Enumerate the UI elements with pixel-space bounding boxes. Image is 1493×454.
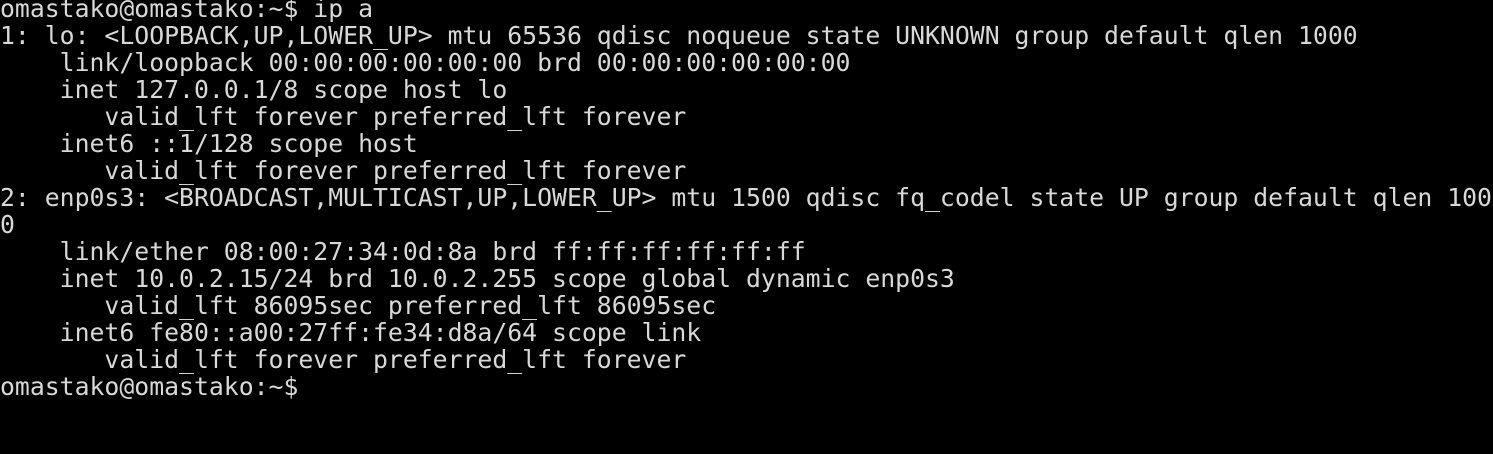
output-line-enp0s3-link: link/ether 08:00:27:34:0d:8a brd ff:ff:f… xyxy=(0,237,806,266)
output-line-lo-inet-lft: valid_lft forever preferred_lft forever xyxy=(0,102,687,131)
output-line-enp0s3-inet6-lft: valid_lft forever preferred_lft forever xyxy=(0,345,687,374)
output-line-lo-link: link/loopback 00:00:00:00:00:00 brd 00:0… xyxy=(0,48,851,77)
shell-prompt[interactable]: omastako@omastako:~$ xyxy=(0,372,1493,402)
output-line-lo-inet6-lft: valid_lft forever preferred_lft forever xyxy=(0,156,687,185)
output-line-enp0s3-inet: inet 10.0.2.15/24 brd 10.0.2.255 scope g… xyxy=(0,264,955,293)
output-line-enp0s3-header: 2: enp0s3: <BROADCAST,MULTICAST,UP,LOWER… xyxy=(0,183,1492,212)
output-line-lo-inet6: inet6 ::1/128 scope host xyxy=(0,129,418,158)
output-line-enp0s3-inet6: inet6 fe80::a00:27ff:fe34:d8a/64 scope l… xyxy=(0,318,702,347)
output-line-enp0s3-inet-lft: valid_lft 86095sec preferred_lft 86095se… xyxy=(0,291,717,320)
text-cursor xyxy=(298,373,311,399)
prompt-text: omastako@omastako:~$ xyxy=(0,372,299,401)
output-line-lo-header: 1: lo: <LOOPBACK,UP,LOWER_UP> mtu 65536 … xyxy=(0,21,1358,50)
output-line-lo-inet: inet 127.0.0.1/8 scope host lo xyxy=(0,75,508,104)
output-line-enp0s3-header-wrap: 0 xyxy=(0,210,15,239)
terminal-screen[interactable]: omastako@omastako:~$ ip a 1: lo: <LOOPBA… xyxy=(0,0,1493,454)
